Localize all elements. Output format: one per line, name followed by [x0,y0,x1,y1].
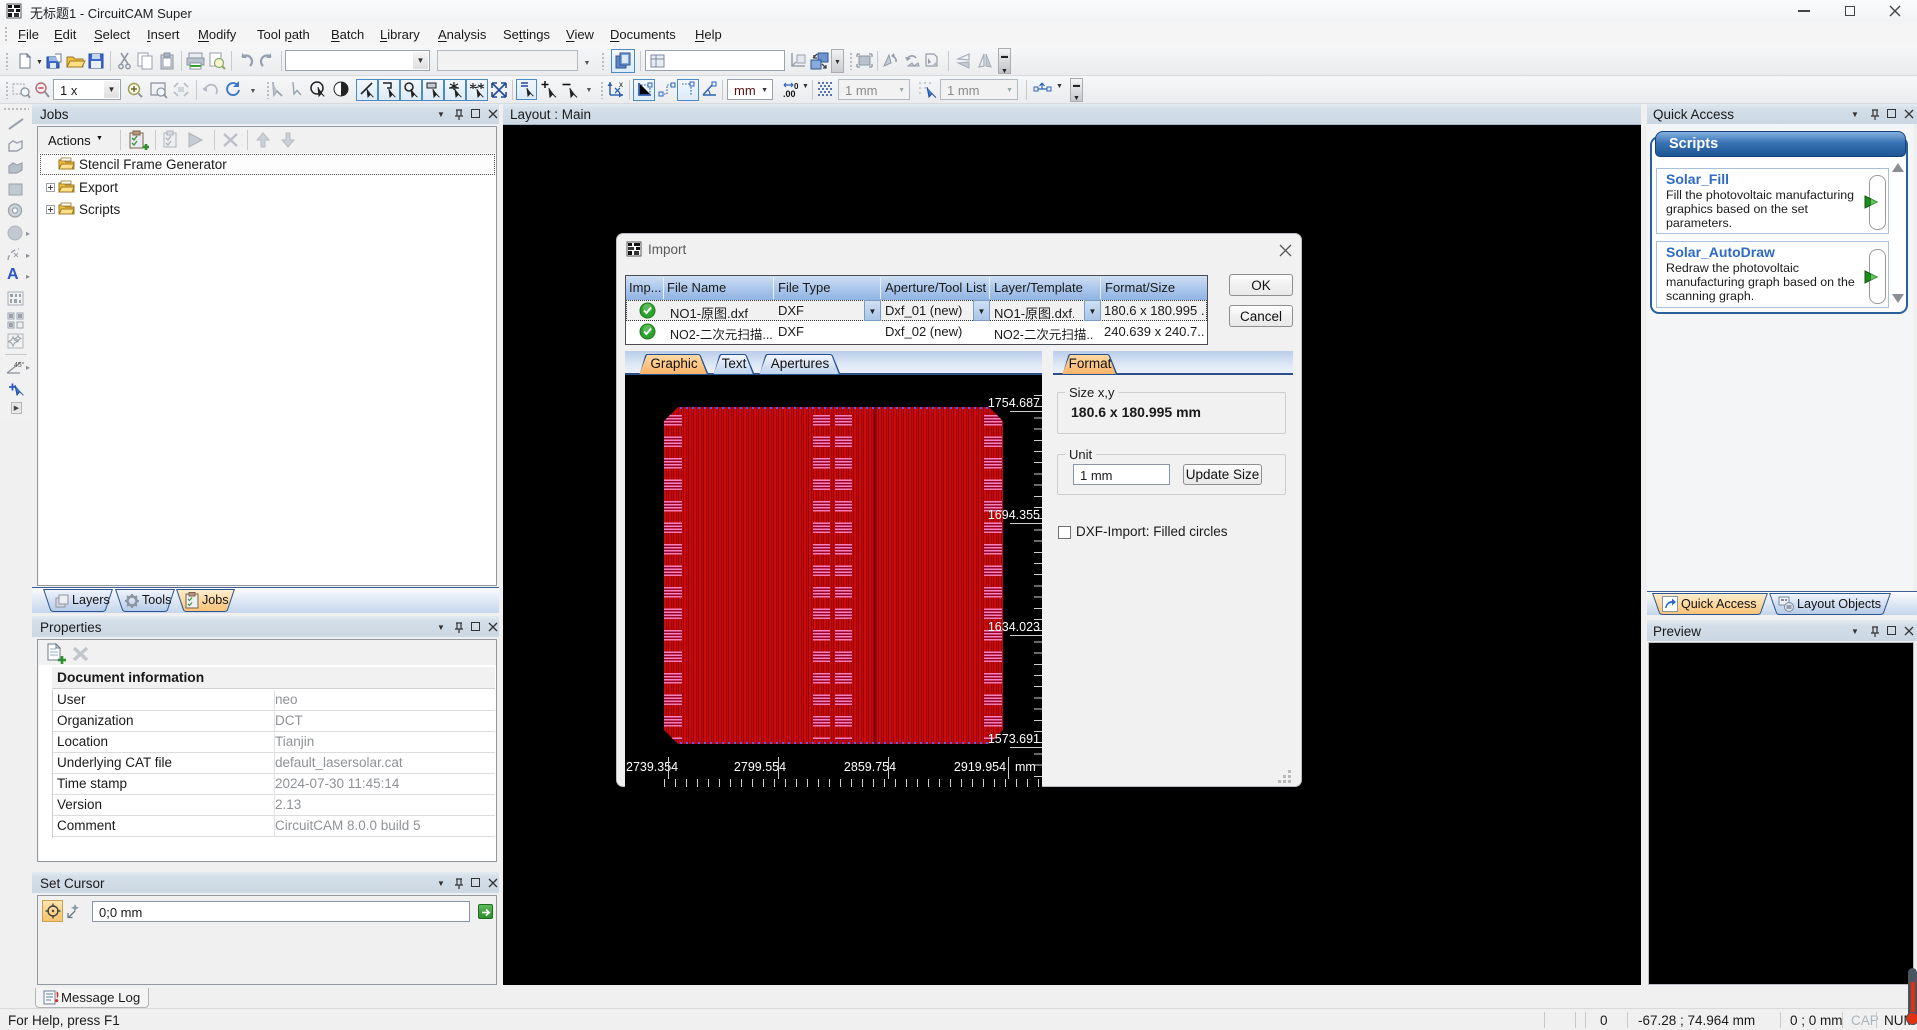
svg-text:x: x [619,80,623,89]
svg-text:45°: 45° [14,361,25,369]
svg-text:.00: .00 [783,89,796,99]
